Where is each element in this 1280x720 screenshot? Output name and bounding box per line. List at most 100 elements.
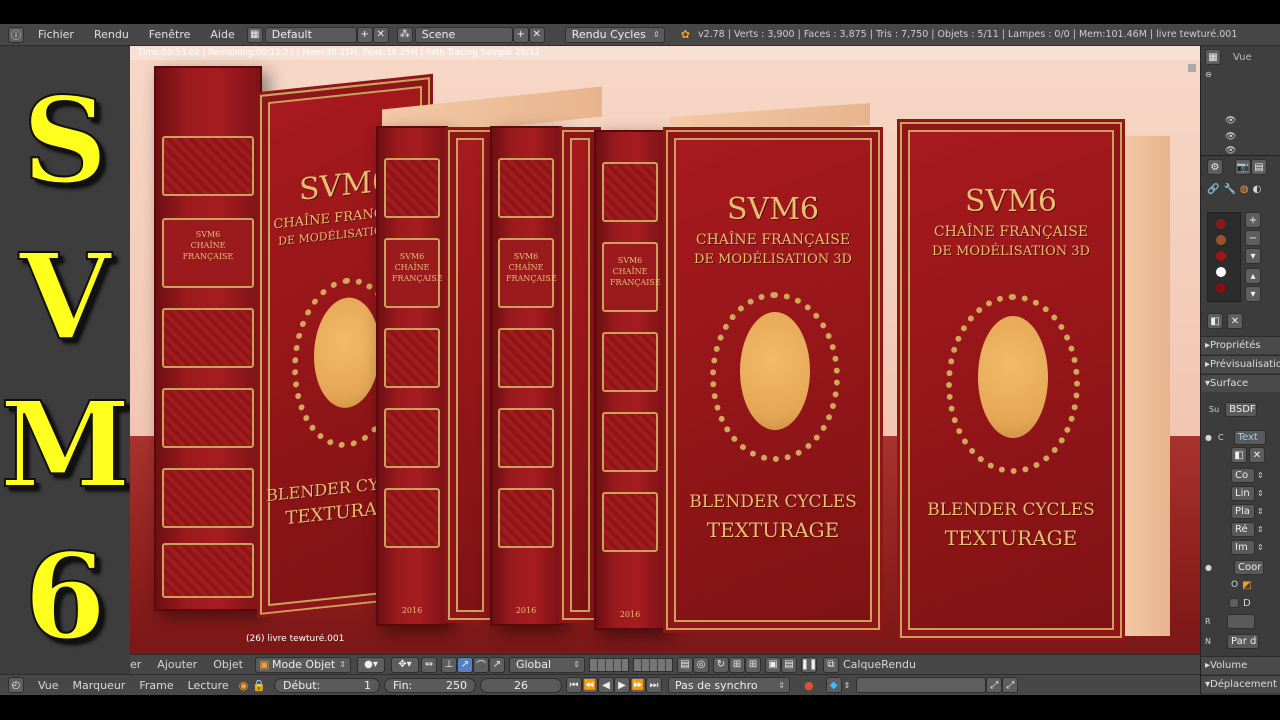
keying-icon[interactable]: ◉ — [239, 679, 249, 692]
material-slot-swatch[interactable] — [1216, 283, 1226, 293]
end-frame-field[interactable]: Fin: 250 — [384, 677, 476, 693]
timeline-editor-icon[interactable]: ◴ — [8, 677, 24, 693]
current-frame-field[interactable]: 26 — [480, 677, 562, 693]
eye-icon[interactable]: 👁 — [1225, 132, 1236, 142]
section-surface[interactable]: ▾ Surface — [1201, 374, 1280, 392]
keying-set-icon[interactable]: ◆ — [825, 677, 842, 693]
pause-icon[interactable]: ❚❚ — [801, 656, 817, 673]
menu-marker[interactable]: Marqueur — [73, 679, 126, 692]
layers-tab-icon[interactable]: ▤ — [1251, 159, 1267, 175]
material-tab-icon[interactable]: ◍ — [1240, 184, 1249, 195]
section-volume[interactable]: ▸ Volume — [1201, 656, 1280, 674]
record-icon[interactable]: ● — [804, 679, 814, 692]
3d-viewport[interactable]: Time:00:53.02 | Remaining:00:12.23 | Mem… — [130, 46, 1200, 654]
layers-grid-1[interactable] — [588, 657, 629, 672]
texture-node-button[interactable]: Text — [1233, 429, 1266, 445]
lock-icon[interactable]: 🔒 — [252, 679, 266, 692]
material-slot-swatch[interactable] — [1216, 251, 1226, 261]
orientation-dropdown[interactable]: Global ⇕ — [508, 656, 585, 673]
interpolation-dropdown[interactable]: Lin — [1231, 485, 1255, 501]
sync-dropdown[interactable]: Pas de synchro ⇕ — [668, 677, 790, 693]
menu-window[interactable]: Fenêtre — [149, 28, 191, 41]
outliner-icon[interactable]: ▦ — [1205, 49, 1221, 65]
menu-playback[interactable]: Lecture — [188, 679, 229, 692]
layers-grid-2[interactable] — [632, 657, 673, 672]
move-down-button[interactable]: ▾ — [1245, 286, 1261, 302]
image-source-dropdown[interactable]: Im — [1231, 539, 1255, 555]
move-up-button[interactable]: ▴ — [1245, 268, 1261, 284]
mode-dropdown[interactable]: ▣ Mode Objet ⇕ — [254, 656, 351, 673]
scene-icon[interactable]: ⁂ — [396, 26, 413, 43]
remove-layout-button[interactable]: ✕ — [372, 26, 389, 43]
menu-object[interactable]: Objet — [213, 658, 243, 671]
projection-dropdown[interactable]: Pla — [1231, 503, 1255, 519]
shading-dropdown[interactable]: ●▾ — [356, 656, 385, 673]
scale-icon[interactable]: ↗ — [488, 656, 505, 673]
pivot-dropdown[interactable]: ✥▾ — [390, 656, 419, 673]
keying-set-field[interactable] — [856, 677, 987, 693]
section-properties[interactable]: ▸ Propriétés — [1201, 336, 1280, 354]
remove-scene-button[interactable]: ✕ — [528, 26, 545, 43]
material-browse-icon[interactable]: ◧ — [1207, 313, 1223, 329]
remove-slot-button[interactable]: − — [1245, 230, 1261, 246]
texture-tab-icon[interactable]: ◐ — [1253, 184, 1262, 195]
color-space-dropdown[interactable]: Co — [1231, 467, 1255, 483]
layout-dropdown[interactable]: Default — [264, 26, 357, 43]
constraint-icon[interactable]: 🔗 — [1207, 184, 1219, 195]
modifier-icon[interactable]: 🔧 — [1223, 184, 1235, 195]
surface-shader-button[interactable]: BSDF — [1225, 401, 1258, 417]
jump-start-icon[interactable]: ⏮ — [566, 677, 582, 693]
snap-element-icon[interactable]: ⊞ — [728, 656, 745, 673]
opengl-render-icon[interactable]: ▤ — [780, 656, 797, 673]
jump-end-icon[interactable]: ⏭ — [646, 677, 662, 693]
outliner[interactable]: ▦ Vue ⊖ 👁 👁 👁 — [1201, 46, 1280, 156]
eye-icon[interactable]: 👁 — [1225, 146, 1236, 156]
scene-dropdown[interactable]: Scene — [414, 26, 513, 43]
render-tab-icon[interactable]: 📷 — [1235, 159, 1251, 175]
material-slots[interactable] — [1207, 212, 1241, 302]
menu-help[interactable]: Aide — [210, 28, 234, 41]
insert-keyframe-icon[interactable]: ⤢ — [986, 677, 1003, 693]
render-layer-icon[interactable]: ⧉ — [822, 656, 839, 673]
properties-editor-icon[interactable]: ⚙ — [1207, 159, 1223, 175]
jump-key-back-icon[interactable]: ⏪ — [582, 677, 598, 693]
snap-target-icon[interactable]: ⊞ — [744, 656, 761, 673]
rotate-icon[interactable]: ⌒ — [472, 656, 489, 673]
add-slot-button[interactable]: + — [1245, 212, 1261, 228]
start-frame-field[interactable]: Début: 1 — [274, 677, 380, 693]
info-editor-icon[interactable]: ⓘ — [8, 26, 24, 43]
eye-icon[interactable]: 👁 — [1225, 116, 1236, 126]
collapse-icon[interactable]: ⊖ — [1205, 70, 1212, 79]
play-reverse-icon[interactable]: ◀ — [598, 677, 614, 693]
layout-icon[interactable]: ▦ — [246, 26, 263, 43]
play-icon[interactable]: ▶ — [614, 677, 630, 693]
material-slot-swatch[interactable] — [1216, 267, 1226, 277]
menu-add[interactable]: Ajouter — [157, 658, 197, 671]
section-preview[interactable]: ▸ Prévisualisation — [1201, 355, 1280, 373]
material-slot-swatch[interactable] — [1216, 219, 1226, 229]
manipulator-toggle[interactable]: ⇔ — [420, 656, 437, 673]
output-socket-icon[interactable]: ◩ — [1242, 580, 1251, 591]
d-checkbox[interactable] — [1229, 598, 1239, 608]
n-value-button[interactable]: Par d — [1226, 633, 1259, 649]
menu-view-truncated[interactable]: er — [130, 658, 141, 671]
coordinate-node-button[interactable]: Coor — [1233, 559, 1264, 575]
snap-icon[interactable]: ↻ — [712, 656, 729, 673]
menu-render[interactable]: Rendu — [94, 28, 129, 41]
delete-keyframe-icon[interactable]: ⤢ — [1002, 677, 1019, 693]
add-scene-button[interactable]: + — [512, 26, 529, 43]
jump-key-forward-icon[interactable]: ⏩ — [630, 677, 646, 693]
extension-dropdown[interactable]: Ré — [1231, 521, 1255, 537]
axis-icon[interactable]: ⊥ — [440, 656, 457, 673]
layer-lock-icon[interactable]: ▤ — [676, 656, 693, 673]
image-unlink-icon[interactable]: ✕ — [1249, 447, 1265, 463]
menu-file[interactable]: Fichier — [38, 28, 74, 41]
menu-frame[interactable]: Frame — [139, 679, 173, 692]
menu-view[interactable]: Vue — [38, 679, 59, 692]
r-value-field[interactable] — [1226, 613, 1255, 629]
viewport-scroll-handle[interactable] — [1188, 64, 1196, 72]
image-browse-icon[interactable]: ◧ — [1231, 447, 1247, 463]
render-preview-icon[interactable]: ▣ — [764, 656, 781, 673]
proportional-edit-icon[interactable]: ◎ — [692, 656, 709, 673]
slot-menu-button[interactable]: ▾ — [1245, 248, 1261, 264]
